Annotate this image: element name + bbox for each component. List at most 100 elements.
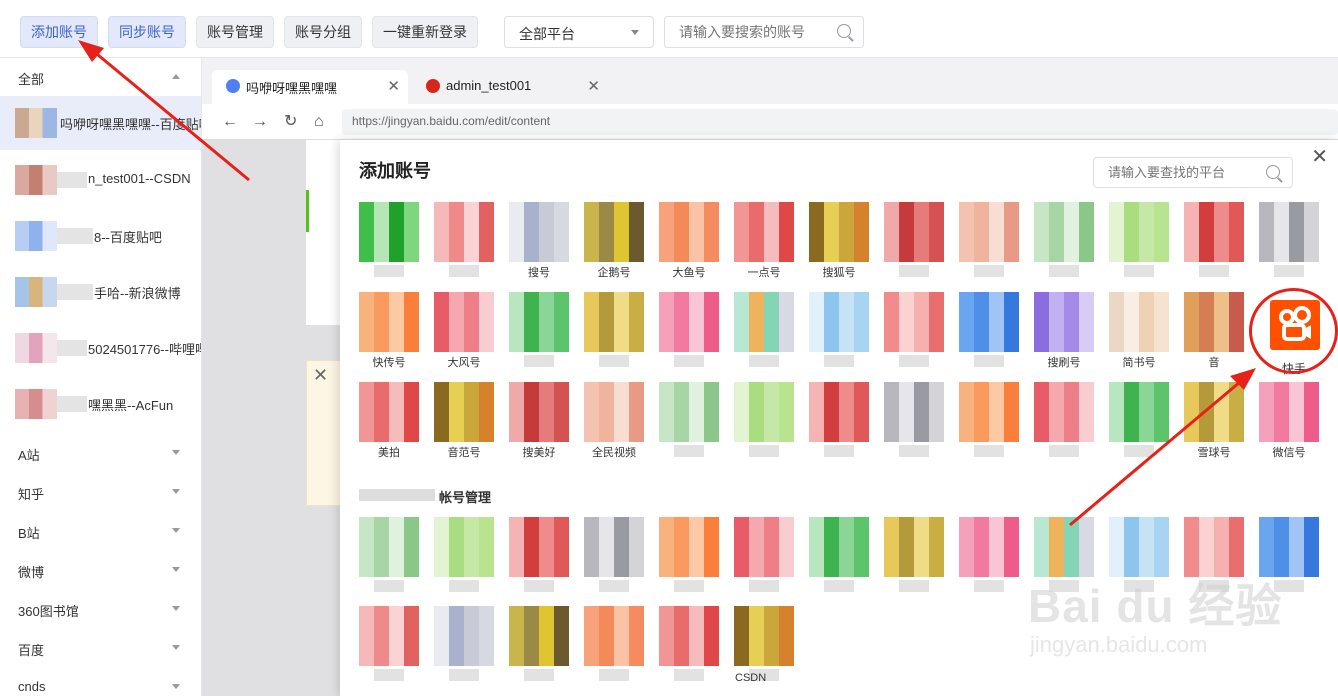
platform-tile[interactable]	[959, 292, 1019, 370]
platform-tile[interactable]: 音	[1184, 292, 1244, 370]
account-item[interactable]: 嘿黑黑--AcFun	[0, 377, 201, 431]
avatar	[15, 108, 57, 138]
forward-icon[interactable]: →	[252, 113, 268, 131]
close-icon[interactable]: ✕	[1311, 144, 1328, 169]
add-account-button[interactable]: 添加账号	[20, 16, 98, 48]
platform-tile[interactable]: 快传号	[359, 292, 419, 370]
account-item[interactable]: 吗咿呀嘿黑嘿嘿--百度贴吧	[0, 96, 201, 150]
account-search-input[interactable]	[679, 24, 829, 40]
platform-tile[interactable]	[1034, 382, 1094, 460]
platform-tile[interactable]	[809, 292, 869, 370]
group-label: A站	[18, 448, 40, 463]
group-item[interactable]: cnds	[0, 668, 201, 696]
platform-tile[interactable]: 美拍	[359, 382, 419, 460]
platform-tile[interactable]	[359, 202, 419, 280]
platform-logo-icon	[359, 606, 419, 666]
platform-select[interactable]: 全部平台	[504, 16, 654, 48]
platform-tile[interactable]	[884, 382, 944, 460]
platform-logo-icon	[809, 517, 869, 577]
platform-tile[interactable]	[584, 517, 644, 595]
platform-tile[interactable]: 全民视频	[584, 382, 644, 460]
platform-tile[interactable]	[584, 292, 644, 370]
close-icon[interactable]: ✕	[313, 365, 328, 386]
relogin-all-button[interactable]: 一键重新登录	[372, 16, 478, 48]
group-item[interactable]: 360图书馆	[0, 590, 201, 628]
platform-tile[interactable]	[734, 517, 794, 595]
account-item[interactable]: 5024501776--哔哩哔	[0, 321, 201, 375]
platform-tile[interactable]	[884, 517, 944, 595]
platform-tile[interactable]: 大风号	[434, 292, 494, 370]
platform-tile[interactable]	[809, 517, 869, 595]
group-item[interactable]: 知乎	[0, 473, 201, 511]
platform-tile[interactable]	[1034, 202, 1094, 280]
platform-tile[interactable]	[434, 606, 494, 684]
platform-tile[interactable]	[734, 382, 794, 460]
platform-tile[interactable]: 雪球号	[1184, 382, 1244, 460]
platform-tile[interactable]	[509, 517, 569, 595]
platform-tile[interactable]	[659, 382, 719, 460]
account-item[interactable]: 8--百度贴吧	[0, 209, 201, 263]
platform-tile[interactable]	[509, 606, 569, 684]
platform-tile[interactable]: 音范号	[434, 382, 494, 460]
platform-logo-icon	[809, 292, 869, 352]
platform-tile[interactable]: 一点号	[734, 202, 794, 280]
group-item[interactable]: 百度	[0, 629, 201, 667]
blurred-text	[57, 284, 93, 300]
account-search-box[interactable]	[664, 16, 864, 48]
platform-tile[interactable]	[434, 202, 494, 280]
platform-tile[interactable]: 搜号	[509, 202, 569, 280]
platform-tile[interactable]: 搜美好	[509, 382, 569, 460]
address-bar[interactable]: https://jingyan.baidu.com/edit/content	[342, 109, 1338, 135]
reload-icon[interactable]: ↻	[284, 113, 297, 131]
platform-tile[interactable]	[884, 202, 944, 280]
group-item[interactable]: 微博	[0, 551, 201, 589]
dialog-title: 添加账号	[359, 161, 431, 181]
platform-tile[interactable]	[659, 606, 719, 684]
browser-tab[interactable]: admin_test001 ✕	[412, 70, 608, 104]
platform-tile[interactable]	[959, 517, 1019, 595]
blurred-caption	[449, 669, 479, 681]
sync-account-button[interactable]: 同步账号	[108, 16, 186, 48]
platform-tile[interactable]	[359, 606, 419, 684]
platform-tile[interactable]	[659, 292, 719, 370]
account-item[interactable]: n_test001--CSDN	[0, 153, 201, 207]
platform-tile[interactable]	[884, 292, 944, 370]
platform-tile[interactable]	[809, 382, 869, 460]
platform-tile[interactable]: 大鱼号	[659, 202, 719, 280]
platform-search-input[interactable]	[1108, 165, 1258, 180]
account-item[interactable]: 手哈--新浪微博	[0, 265, 201, 319]
group-item[interactable]: A站	[0, 434, 201, 472]
account-manage-button[interactable]: 账号管理	[196, 16, 274, 48]
platform-tile[interactable]: 企鹅号	[584, 202, 644, 280]
platform-tile[interactable]	[584, 606, 644, 684]
group-all[interactable]: 全部	[0, 58, 201, 96]
platform-tile[interactable]: 简书号	[1109, 292, 1169, 370]
platform-tile[interactable]	[434, 517, 494, 595]
platform-tile[interactable]	[959, 202, 1019, 280]
browser-tab[interactable]: 吗咿呀嘿黑嘿嘿 ✕	[212, 70, 408, 104]
group-item[interactable]: B站	[0, 512, 201, 550]
home-icon[interactable]: ⌂	[314, 113, 324, 131]
platform-tile[interactable]	[1109, 202, 1169, 280]
annotation-circle	[1249, 288, 1338, 374]
back-icon[interactable]: ←	[222, 113, 238, 131]
search-icon[interactable]	[837, 24, 851, 38]
platform-tile[interactable]	[659, 517, 719, 595]
platform-tile[interactable]: 搜狐号	[809, 202, 869, 280]
platform-tile[interactable]: 微信号	[1259, 382, 1319, 460]
platform-tile[interactable]	[509, 292, 569, 370]
platform-tile[interactable]	[1259, 202, 1319, 280]
close-icon[interactable]: ✕	[387, 77, 400, 95]
watermark-url: jingyan.baidu.com	[1030, 632, 1208, 657]
platform-tile[interactable]	[359, 517, 419, 595]
platform-tile[interactable]	[1109, 382, 1169, 460]
platform-search-box[interactable]	[1093, 157, 1293, 188]
platform-tile[interactable]	[734, 292, 794, 370]
search-icon[interactable]	[1266, 165, 1280, 179]
account-group-button[interactable]: 账号分组	[284, 16, 362, 48]
close-icon[interactable]: ✕	[587, 77, 600, 95]
platform-tile[interactable]	[959, 382, 1019, 460]
platform-tile[interactable]	[1184, 202, 1244, 280]
platform-tile[interactable]: 搜刷号	[1034, 292, 1094, 370]
platform-logo-icon	[1184, 382, 1244, 442]
